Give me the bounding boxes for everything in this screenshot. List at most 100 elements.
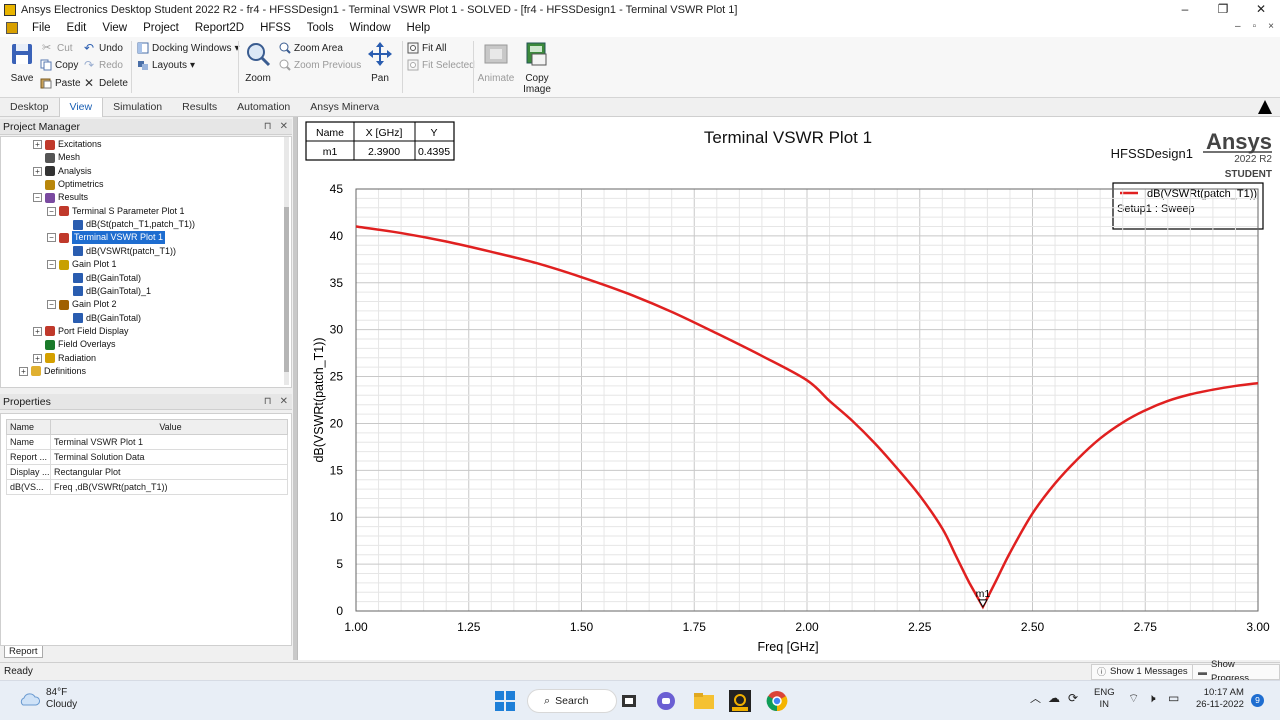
tree-item[interactable]: Field Overlays <box>33 338 116 351</box>
pan-button[interactable]: Pan <box>360 41 400 84</box>
taskbar-search[interactable]: ⌕ Search <box>527 689 617 713</box>
property-row[interactable]: Name Terminal VSWR Plot 1 <box>6 434 288 450</box>
volume-icon[interactable]: 🕨 <box>1148 692 1156 704</box>
mdi-close-button[interactable]: × <box>1268 21 1274 32</box>
expand-icon[interactable]: + <box>33 353 42 363</box>
weather-widget[interactable]: 84°F Cloudy <box>18 687 77 711</box>
menu-file[interactable]: File <box>24 22 59 34</box>
tab-results[interactable]: Results <box>172 98 227 117</box>
tab-simulation[interactable]: Simulation <box>103 98 172 117</box>
file-explorer-icon[interactable] <box>692 689 716 713</box>
vswr-chart[interactable]: Name X [GHz] Y m1 2.3900 0.4395 Terminal… <box>298 117 1280 660</box>
tree-item[interactable]: − Gain Plot 1 <box>47 258 117 271</box>
layouts-dropdown[interactable]: Layouts ▾ <box>137 59 195 71</box>
mdi-restore-button[interactable]: ▫ <box>1253 21 1257 32</box>
expand-icon[interactable]: + <box>33 166 42 176</box>
mdi-minimize-button[interactable]: – <box>1235 21 1241 32</box>
tree-item[interactable]: − Gain Plot 2 <box>47 298 117 311</box>
menu-window[interactable]: Window <box>342 22 399 34</box>
cut-button[interactable]: ✂ Cut <box>42 42 73 54</box>
tree-item[interactable]: + Definitions <box>19 365 86 378</box>
plot-window[interactable]: Name X [GHz] Y m1 2.3900 0.4395 Terminal… <box>297 117 1280 660</box>
windows-start-icon[interactable] <box>493 689 517 713</box>
prop-value[interactable]: Rectangular Plot <box>50 464 288 480</box>
menu-help[interactable]: Help <box>399 22 439 34</box>
copy-image-button[interactable]: Copy Image <box>517 41 557 95</box>
notification-badge[interactable]: 9 <box>1251 694 1264 707</box>
report-tab[interactable]: Report <box>4 646 43 658</box>
clock[interactable]: 10:17 AM 26-11-2022 <box>1196 687 1244 711</box>
marker-table[interactable]: Name X [GHz] Y m1 2.3900 0.4395 <box>305 121 455 161</box>
tab-ansys-minerva[interactable]: Ansys Minerva <box>300 98 389 117</box>
save-button[interactable]: Save <box>2 41 42 84</box>
pin-icon[interactable]: ⊓ <box>264 394 272 410</box>
prop-value[interactable]: Terminal VSWR Plot 1 <box>50 434 288 450</box>
menu-tools[interactable]: Tools <box>299 22 342 34</box>
tree-item[interactable]: − Terminal VSWR Plot 1 <box>47 231 166 245</box>
tree-item[interactable]: + Port Field Display <box>33 325 129 338</box>
close-button[interactable]: ✕ <box>1242 0 1280 19</box>
tree-item[interactable]: dB(VSWRt(patch_T1)) <box>61 245 176 258</box>
zoom-area-button[interactable]: Zoom Area <box>279 42 343 54</box>
zoom-previous-button[interactable]: Zoom Previous <box>279 59 361 71</box>
language-indicator[interactable]: ENG IN <box>1094 687 1115 711</box>
chat-icon[interactable] <box>654 689 678 713</box>
tree-scrollbar[interactable] <box>284 137 289 385</box>
property-row[interactable]: Report ... Terminal Solution Data <box>6 449 288 465</box>
chrome-icon[interactable] <box>765 689 789 713</box>
close-icon[interactable]: ✕ <box>280 119 288 135</box>
undo-button[interactable]: ↶ Undo <box>84 42 123 54</box>
ansys-edt-icon[interactable] <box>728 689 752 713</box>
show-progress-button[interactable]: ▬ Show Progress <box>1192 659 1280 684</box>
property-row[interactable]: dB(VS... Freq ,dB(VSWRt(patch_T1)) <box>6 479 288 495</box>
redo-button[interactable]: ↷ Redo <box>84 59 123 71</box>
tree-item[interactable]: Mesh <box>33 151 80 164</box>
copy-button[interactable]: Copy <box>40 59 78 71</box>
wifi-icon[interactable]: ⌔ <box>1128 692 1139 704</box>
collapse-icon[interactable]: − <box>33 193 42 203</box>
onedrive-icon[interactable]: ☁ <box>1048 692 1060 704</box>
animate-button[interactable]: Animate <box>476 41 516 84</box>
tree-item[interactable]: Optimetrics <box>33 178 104 191</box>
fit-all-button[interactable]: Fit All <box>407 42 446 54</box>
menu-edit[interactable]: Edit <box>59 22 95 34</box>
expand-icon[interactable]: + <box>19 366 28 376</box>
minimize-button[interactable]: – <box>1166 0 1204 19</box>
prop-value[interactable]: Freq ,dB(VSWRt(patch_T1)) <box>50 479 288 495</box>
collapse-icon[interactable]: − <box>47 206 56 216</box>
tree-item[interactable]: dB(GainTotal)_1 <box>61 285 151 298</box>
pin-icon[interactable]: ⊓ <box>264 119 272 135</box>
tree-item[interactable]: − Results <box>33 191 88 204</box>
task-view-icon[interactable] <box>617 689 641 713</box>
collapse-icon[interactable]: − <box>47 300 56 310</box>
zoom-button[interactable]: Zoom <box>238 41 278 84</box>
docking-windows-dropdown[interactable]: Docking Windows ▾ <box>137 42 240 54</box>
tab-desktop[interactable]: Desktop <box>0 98 59 117</box>
tab-automation[interactable]: Automation <box>227 98 300 117</box>
menu-hfss[interactable]: HFSS <box>252 22 299 34</box>
menu-project[interactable]: Project <box>135 22 187 34</box>
doc-icon[interactable] <box>6 22 18 34</box>
show-messages-button[interactable]: ⓘ Show 1 Messages <box>1091 664 1194 680</box>
sync-icon[interactable]: ⟳ <box>1068 692 1078 704</box>
collapse-icon[interactable]: − <box>47 260 56 270</box>
tree-item[interactable]: + Radiation <box>33 352 96 365</box>
close-icon[interactable]: ✕ <box>280 394 288 410</box>
restore-button[interactable]: ❐ <box>1204 0 1242 19</box>
tab-view[interactable]: View <box>58 97 104 117</box>
expand-icon[interactable]: + <box>33 140 42 149</box>
chart-legend[interactable]: dB(VSWRt(patch_T1)) Setup1 : Sweep <box>1112 182 1264 230</box>
battery-icon[interactable]: ▭ <box>1168 692 1179 704</box>
menu-report2d[interactable]: Report2D <box>187 22 252 34</box>
tree-item[interactable]: dB(GainTotal) <box>61 312 141 325</box>
collapse-icon[interactable]: − <box>47 233 56 243</box>
delete-button[interactable]: ✕ Delete <box>84 77 128 89</box>
chevron-up-icon[interactable]: ︿ <box>1030 693 1041 705</box>
menu-view[interactable]: View <box>94 22 135 34</box>
tree-item[interactable]: dB(St(patch_T1,patch_T1)) <box>61 218 195 231</box>
property-row[interactable]: Display ... Rectangular Plot <box>6 464 288 480</box>
tree-item[interactable]: − Terminal S Parameter Plot 1 <box>47 205 185 218</box>
tree-item[interactable]: dB(GainTotal) <box>61 272 141 285</box>
tree-item[interactable]: + Excitations <box>33 138 102 151</box>
fit-selected-button[interactable]: Fit Selected <box>407 59 475 71</box>
